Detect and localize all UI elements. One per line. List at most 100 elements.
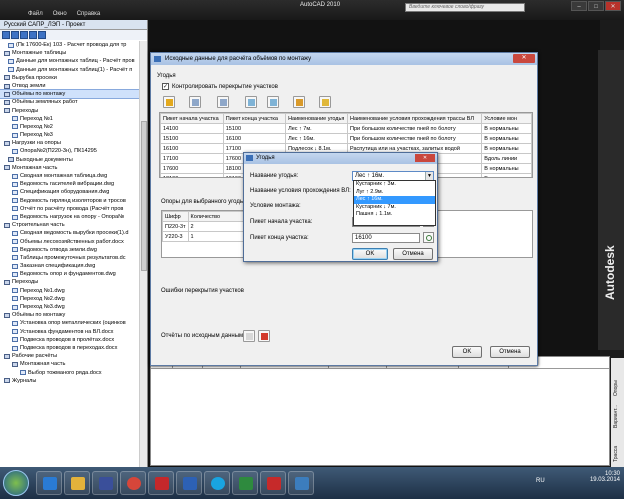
tree-item[interactable]: Переход №3.dwg — [0, 303, 140, 311]
tree-item[interactable]: Переходы — [0, 278, 140, 286]
tree-item[interactable]: Переход №2 — [0, 123, 140, 131]
taskbar-app-autocad[interactable] — [260, 471, 286, 495]
cancel-button[interactable]: Отмена — [393, 248, 433, 260]
table-cell[interactable]: П220-3т — [162, 221, 189, 232]
tree-item[interactable]: Переход №3 — [0, 131, 140, 139]
column-header[interactable]: Шифр — [162, 211, 189, 222]
close-icon[interactable]: ✕ — [605, 1, 621, 11]
tree-item[interactable]: Заказная спецификация.dwg — [0, 262, 140, 270]
tree-item[interactable]: Ведомость отвода земли.dwg — [0, 246, 140, 254]
tree-item[interactable]: Монтажная часть — [0, 360, 140, 368]
table-row[interactable]: П220-3т 2 — [162, 221, 245, 232]
table-cell[interactable]: 17600 — [160, 163, 224, 174]
chevron-down-icon[interactable]: ▼ — [425, 172, 433, 180]
tree-item[interactable]: Выходные документы — [0, 156, 140, 164]
table-cell[interactable]: Лес ↑ 7м. — [285, 123, 348, 134]
ok-button[interactable]: OK — [452, 346, 482, 358]
pick-end-button[interactable] — [423, 232, 434, 243]
tree-item[interactable]: Переход №2.dwg — [0, 295, 140, 303]
taskbar-app-misc[interactable] — [288, 471, 314, 495]
menu-help[interactable]: Справка — [77, 11, 101, 17]
tree-item[interactable]: Установка фундаментов на ВЛ.docx — [0, 328, 140, 336]
tree-item[interactable]: (Пк 17600-Ек) 103 - Расчет провода для т… — [0, 41, 140, 49]
tree-item[interactable]: Строительная часть — [0, 221, 140, 229]
add-row-button[interactable] — [163, 96, 175, 108]
tree-item[interactable]: Сводная монтажная таблица.dwg — [0, 172, 140, 180]
end-picket-field[interactable]: 16100 — [352, 233, 420, 243]
tree-item[interactable]: Установка опор металлических (оцинков — [0, 319, 140, 327]
scroll-thumb[interactable] — [141, 121, 147, 271]
table-row[interactable]: 14100 15100 Лес ↑ 7м. При большом количеств… — [160, 123, 532, 134]
minimize-icon[interactable]: – — [571, 1, 587, 11]
table-row[interactable]: У220-3 1 — [162, 231, 245, 242]
column-header[interactable]: Пикет начала участка — [160, 113, 224, 124]
table-cell[interactable]: В нормальны — [481, 123, 532, 134]
import-button[interactable] — [293, 96, 305, 108]
tree-item[interactable]: Таблицы промежуточных результатов.dc — [0, 254, 140, 262]
tool-icon[interactable] — [11, 31, 19, 39]
tree-item[interactable]: Монтажные таблицы — [0, 49, 140, 57]
clock[interactable]: 10:30 19.03.2014 — [590, 471, 620, 483]
dropdown-option[interactable]: Лес ↑ 16м. — [354, 196, 435, 204]
taskbar-app-chrome[interactable] — [120, 471, 146, 495]
close-button[interactable]: ✕ — [415, 154, 435, 162]
tree-item[interactable]: Ведомость нагрузок на опору - Опора№ — [0, 213, 140, 221]
column-header[interactable]: Пикет конца участка — [222, 113, 287, 124]
tool-icon[interactable] — [2, 31, 10, 39]
tree-item[interactable]: Объёмы земляных работ — [0, 98, 140, 106]
edit-button[interactable] — [319, 96, 331, 108]
tree-item[interactable]: Подвеска проводов в пролётах.docx — [0, 336, 140, 344]
tree-item[interactable]: Отчёт по расчёту провода (Расчёт пров — [0, 205, 140, 213]
cancel-button[interactable]: Отмена — [490, 346, 530, 358]
language-indicator[interactable]: RU — [536, 478, 545, 484]
dropdown-option[interactable]: Пашня ↓ 1.1м. — [354, 211, 435, 219]
tree-item[interactable]: Переходы — [0, 107, 140, 115]
tool-icon[interactable] — [20, 31, 28, 39]
table-cell[interactable]: У220-3 — [162, 231, 189, 242]
column-header[interactable]: Условие мон — [481, 113, 532, 124]
menu-window[interactable]: Окно — [53, 11, 67, 17]
tool-icon[interactable] — [38, 31, 46, 39]
table-cell[interactable]: 15100 — [160, 133, 224, 144]
tree-item[interactable]: Выбор тожманого ряда.docx — [0, 369, 140, 377]
table-cell[interactable]: 17100 — [160, 153, 224, 164]
taskbar-app-pdf[interactable] — [148, 471, 174, 495]
tree-item[interactable]: Спецификация оборудования.dwg — [0, 188, 140, 196]
tree-item[interactable]: Сводная ведомость вырубки просеки(1).d — [0, 229, 140, 237]
close-button[interactable]: ✕ — [513, 54, 535, 63]
tree-item[interactable]: Ведомость опор и фундаментов.dwg — [0, 270, 140, 278]
tree-item[interactable]: Объёмы по монтажу — [0, 89, 140, 100]
dropdown-option[interactable]: Луг ↑ 2.9м. — [354, 189, 435, 197]
column-header[interactable]: Количество — [187, 211, 245, 222]
insert-row-button[interactable] — [189, 96, 201, 108]
column-header[interactable]: Наименование угодья — [285, 113, 348, 124]
tree-item[interactable]: Монтажная часть — [0, 164, 140, 172]
table-cell[interactable]: 16100 — [222, 133, 287, 144]
taskbar-app-ie[interactable] — [36, 471, 62, 495]
maximize-icon[interactable]: □ — [588, 1, 604, 11]
tree-item[interactable]: Данные для монтажных таблиц(1) - Расчёт … — [0, 66, 140, 74]
tree-item[interactable]: Переход №1 — [0, 115, 140, 123]
tree-item[interactable]: Переход №1.dwg — [0, 287, 140, 295]
table-cell[interactable]: 1 — [187, 231, 245, 242]
tree-item[interactable]: Данные для монтажных таблиц - Расчёт про… — [0, 57, 140, 65]
tool-icon[interactable] — [29, 31, 37, 39]
tree-item[interactable]: Вырубка просеки — [0, 74, 140, 82]
table-cell[interactable]: В нормальны — [481, 163, 532, 174]
search-input[interactable]: Введите ключевое слово/фразу — [405, 3, 525, 12]
tree-item[interactable]: Ведомость гасителей вибрации.dwg — [0, 180, 140, 188]
table-cell[interactable]: 18100 — [160, 173, 224, 177]
checkbox[interactable]: ✓ — [162, 83, 169, 90]
table-cell[interactable]: При большом количестве пней по болоту — [346, 133, 483, 144]
dropdown-option[interactable]: Кустарник ↓ 7м. — [354, 204, 435, 212]
ugodya-dropdown-list[interactable]: Кустарник ↑ 3м. Луг ↑ 2.9м. Лес ↑ 16м. Куст… — [353, 180, 436, 226]
tree-item[interactable]: Рабочие расчёты — [0, 352, 140, 360]
tree-item[interactable]: Объемы лесохозяйственных работ.docx — [0, 238, 140, 246]
report-button-2[interactable] — [258, 330, 270, 342]
start-button[interactable] — [3, 470, 29, 496]
taskbar-app-explorer[interactable] — [64, 471, 90, 495]
supports-grid[interactable]: Шифр Количество П220-3т 2 У220-3 1 — [161, 210, 246, 258]
tree-item[interactable]: Нагрузки на опоры — [0, 139, 140, 147]
table-cell[interactable]: 16100 — [160, 143, 224, 154]
taskbar-app-word[interactable] — [176, 471, 202, 495]
